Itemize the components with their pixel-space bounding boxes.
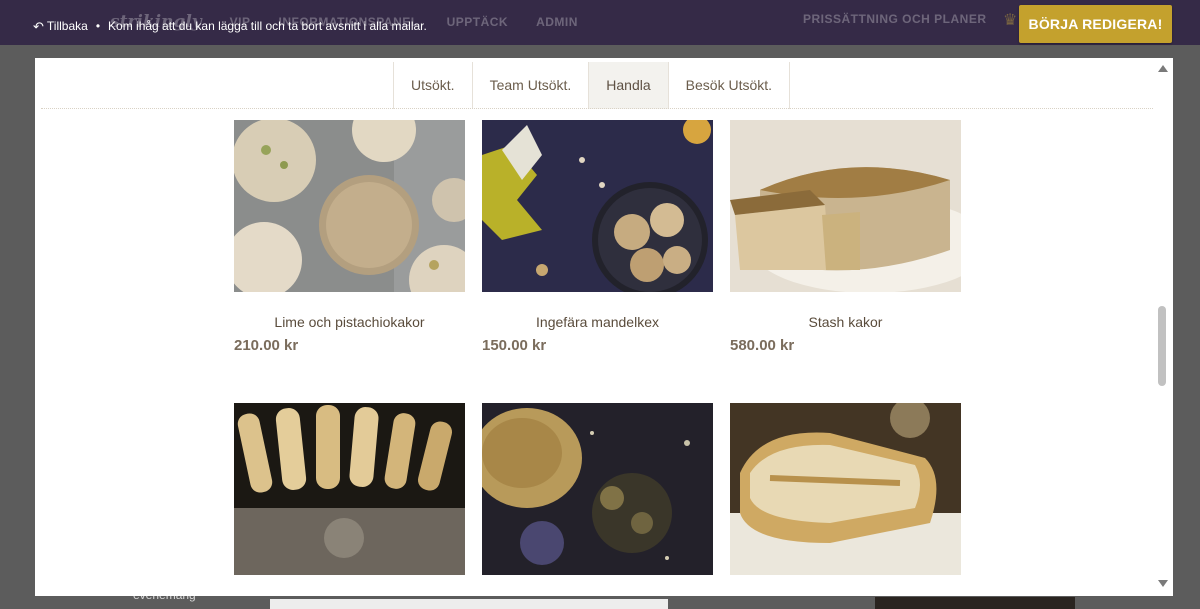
background-page-strip (270, 599, 668, 609)
product-image[interactable] (730, 120, 961, 292)
product-grid: Lime och pistachiokakor 210.00 kr Ingefä… (234, 120, 961, 596)
background-pricing: PRISSÄTTNING OCH PLANER (803, 12, 987, 26)
product-card[interactable]: Lime och pistachiokakor 210.00 kr (234, 120, 465, 354)
start-editing-button[interactable]: BÖRJA REDIGERA! (1019, 5, 1172, 43)
product-card[interactable] (234, 403, 465, 596)
scroll-down-icon[interactable] (1158, 580, 1168, 587)
tab-handla[interactable]: Handla (588, 62, 668, 109)
undo-arrow-icon: ↶ (33, 18, 44, 34)
product-image[interactable] (482, 120, 713, 292)
product-image[interactable] (234, 403, 465, 575)
back-link[interactable]: ↶ Tillbaka (33, 19, 88, 33)
tabs-divider (41, 108, 1153, 109)
product-name[interactable]: Ingefära mandelkex (482, 314, 713, 330)
product-card[interactable] (482, 403, 713, 596)
crown-icon: ♛ (1003, 12, 1018, 29)
product-price: 210.00 kr (234, 337, 299, 354)
back-bar: ↶ Tillbaka • Kom ihåg att du kan lägga t… (33, 19, 427, 33)
background-page-photo (875, 597, 1075, 609)
template-preview-frame: Utsökt. Team Utsökt. Handla Besök Utsökt… (35, 58, 1173, 596)
hint-message: Kom ihåg att du kan lägga till och ta bo… (108, 19, 427, 33)
product-price: 580.00 kr (730, 337, 795, 354)
preview-scrollbar[interactable] (1154, 58, 1172, 596)
scroll-up-icon[interactable] (1158, 65, 1168, 72)
product-card[interactable]: Stash kakor 580.00 kr (730, 120, 961, 354)
top-bar: strikingly VIP INFORMATIONSPANEL UPPTÄCK… (0, 0, 1200, 45)
tab-utsokt[interactable]: Utsökt. (393, 62, 472, 109)
product-image[interactable] (482, 403, 713, 575)
product-image[interactable] (234, 120, 465, 292)
background-nav-admin: ADMIN (536, 15, 578, 29)
product-card[interactable]: Ingefära mandelkex 150.00 kr (482, 120, 713, 354)
product-name[interactable]: Lime och pistachiokakor (234, 314, 465, 330)
site-nav-tabs: Utsökt. Team Utsökt. Handla Besök Utsökt… (393, 62, 791, 109)
product-price: 150.00 kr (482, 337, 547, 354)
tab-team-utsokt[interactable]: Team Utsökt. (471, 62, 589, 109)
scroll-thumb[interactable] (1158, 306, 1166, 386)
product-card[interactable] (730, 403, 961, 596)
product-image[interactable] (730, 403, 961, 575)
tab-besok-utsokt[interactable]: Besök Utsökt. (667, 62, 791, 109)
back-label: Tillbaka (46, 19, 88, 33)
separator-dot: • (95, 19, 101, 33)
product-name[interactable]: Stash kakor (730, 314, 961, 330)
background-nav-discover: UPPTÄCK (446, 15, 509, 29)
